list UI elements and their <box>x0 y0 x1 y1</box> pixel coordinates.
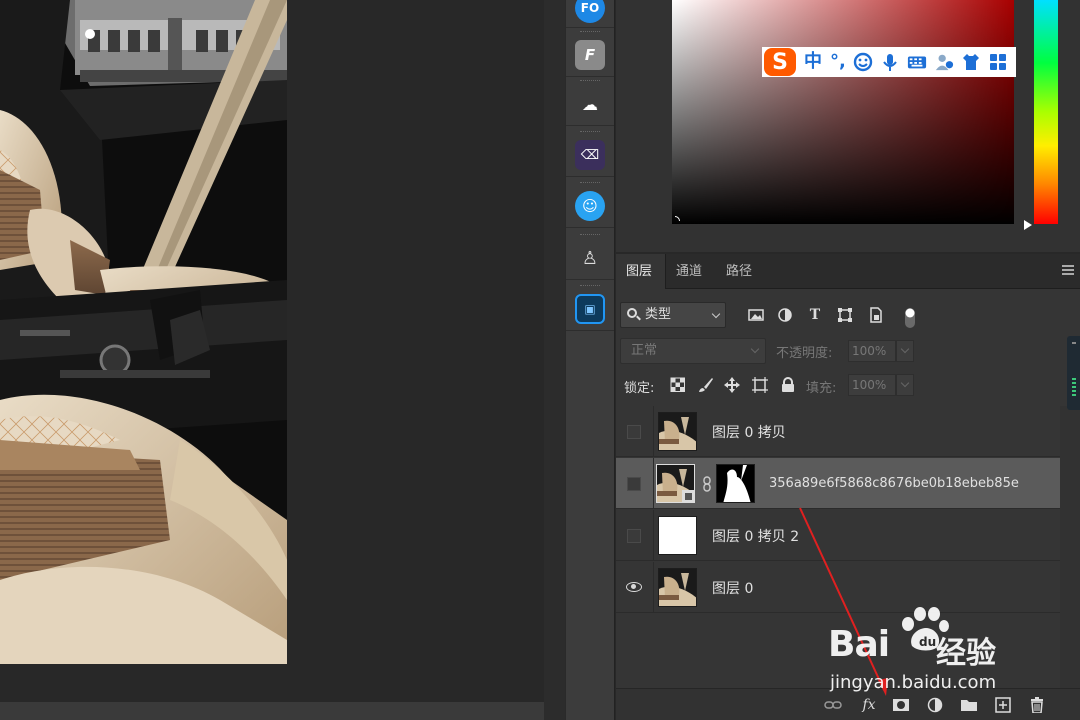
fo-icon: FO <box>575 0 605 23</box>
font-icon: F <box>575 40 605 70</box>
color-panel <box>616 0 1080 252</box>
tool-person[interactable]: ♙ <box>566 232 614 280</box>
mask-link-icon[interactable] <box>702 476 712 492</box>
chevron-down-icon <box>750 344 760 354</box>
skin-icon[interactable] <box>961 52 981 72</box>
tool-font[interactable]: F <box>566 29 614 77</box>
lock-row: 锁定: 填充: 100% <box>616 372 1080 400</box>
lock-artboard-icon[interactable] <box>752 377 768 393</box>
watermark-url: jingyan.baidu.com <box>830 672 997 693</box>
ime-toolbar: S 中 °, <box>762 47 1016 77</box>
image-filter-icon[interactable] <box>748 307 764 323</box>
visibility-toggle[interactable] <box>616 458 654 509</box>
layer-thumbnail <box>658 516 697 555</box>
blend-mode-value: 正常 <box>631 343 658 358</box>
ime-punct-toggle[interactable]: °, <box>830 48 846 76</box>
toggle-filter-icon[interactable] <box>902 307 918 328</box>
tab-layers[interactable]: 图层 <box>616 254 666 289</box>
opacity-dropdown[interactable] <box>896 340 914 362</box>
lock-label: 锁定: <box>624 381 655 396</box>
fill-dropdown[interactable] <box>896 374 914 396</box>
hue-slider-handle[interactable] <box>1024 220 1032 230</box>
opacity-input[interactable]: 100% <box>848 340 896 362</box>
person-icon: ♙ <box>581 247 599 269</box>
layer-row[interactable]: 356a89e6f5868c8676be0b18ebeb85e <box>616 458 1060 509</box>
layer-name[interactable]: 图层 0 拷贝 2 <box>712 526 799 546</box>
layers-tab-row: 图层 通道 路径 <box>616 254 1080 289</box>
color-picker-field[interactable] <box>672 0 1014 224</box>
canvas-area[interactable] <box>0 0 544 702</box>
layer-thumbnail <box>658 412 697 451</box>
layer-row[interactable]: 图层 0 拷贝 2 <box>616 510 1060 561</box>
extension-tool-strip: FO F ☁ ⌫ ☺ ♙ ▣ <box>565 0 615 720</box>
watermark-brand: Bai <box>828 624 890 665</box>
hue-slider[interactable] <box>1034 0 1058 224</box>
lock-transparent-icon[interactable] <box>670 377 686 393</box>
ime-logo[interactable]: S <box>764 48 796 76</box>
opacity-label: 不透明度: <box>776 346 833 361</box>
car-seat-photo <box>0 0 287 664</box>
panel-menu-icon[interactable] <box>1062 265 1074 275</box>
horizontal-scrollbar[interactable] <box>0 702 544 720</box>
lock-move-icon[interactable] <box>724 377 740 393</box>
search-icon <box>627 308 637 318</box>
fill-input[interactable]: 100% <box>848 374 896 396</box>
side-gauge <box>1067 336 1080 410</box>
weather-icon: ☁ <box>582 94 598 114</box>
svg-text:du: du <box>919 635 936 649</box>
layer-name[interactable]: 356a89e6f5868c8676be0b18ebeb85e <box>769 476 1019 491</box>
layer-kind-filter[interactable]: 类型 <box>620 302 726 328</box>
image-icon: ▣ <box>575 294 605 324</box>
fill-label: 填充: <box>806 381 837 396</box>
smart-object-filter-icon[interactable] <box>868 307 884 323</box>
layer-name[interactable]: 图层 0 拷贝 <box>712 422 786 442</box>
tool-face[interactable]: ☺ <box>566 180 614 228</box>
type-filter-icon[interactable]: T <box>807 307 823 323</box>
eraser-icon: ⌫ <box>575 140 605 170</box>
tool-weather[interactable]: ☁ <box>566 78 614 126</box>
tab-paths[interactable]: 路径 <box>716 254 766 289</box>
layer-filter-row: 类型 T <box>616 298 1080 328</box>
watermark-cn: 经验 <box>936 636 996 671</box>
visibility-toggle[interactable] <box>616 406 654 457</box>
panel-separator <box>544 0 565 720</box>
blend-row: 正常 不透明度: 100% <box>616 338 1080 364</box>
blend-mode-select[interactable]: 正常 <box>620 338 766 364</box>
trash-icon[interactable] <box>1028 697 1046 714</box>
visibility-toggle[interactable] <box>616 510 654 561</box>
user-icon[interactable] <box>934 52 954 72</box>
canvas-image[interactable] <box>0 0 287 664</box>
baidu-watermark: du Bai 经验 jingyan.baidu.com <box>826 602 1026 702</box>
lock-brush-icon[interactable] <box>698 377 714 393</box>
layer-mask-thumbnail[interactable] <box>716 464 755 503</box>
shape-filter-icon[interactable] <box>837 307 853 323</box>
mic-icon[interactable] <box>880 52 900 72</box>
tool-image[interactable]: ▣ <box>566 283 614 331</box>
ime-mode-toggle[interactable]: 中 <box>804 48 822 76</box>
layer-row[interactable]: 图层 0 拷贝 <box>616 406 1060 457</box>
layer-thumbnail <box>658 568 697 607</box>
tab-channels[interactable]: 通道 <box>666 254 716 289</box>
keyboard-icon[interactable] <box>907 52 927 72</box>
tool-eraser[interactable]: ⌫ <box>566 129 614 177</box>
face-icon: ☺ <box>575 191 605 221</box>
tool-fo[interactable]: FO <box>566 0 614 28</box>
layers-scrollbar[interactable] <box>1060 406 1080 696</box>
layer-kind-value: 类型 <box>645 307 672 322</box>
adjustment-filter-icon[interactable] <box>777 307 793 323</box>
emoji-icon[interactable] <box>853 52 873 72</box>
layer-thumbnail <box>656 464 695 503</box>
grid-icon[interactable] <box>988 52 1008 72</box>
layer-name[interactable]: 图层 0 <box>712 578 753 598</box>
layer-list: 图层 0 拷贝 356a89e6f5868c8676be0b18ebeb85e <box>616 406 1060 614</box>
chevron-down-icon <box>711 309 721 319</box>
visibility-toggle[interactable] <box>616 562 654 613</box>
lock-all-icon[interactable] <box>780 377 796 393</box>
eye-icon <box>626 582 642 592</box>
